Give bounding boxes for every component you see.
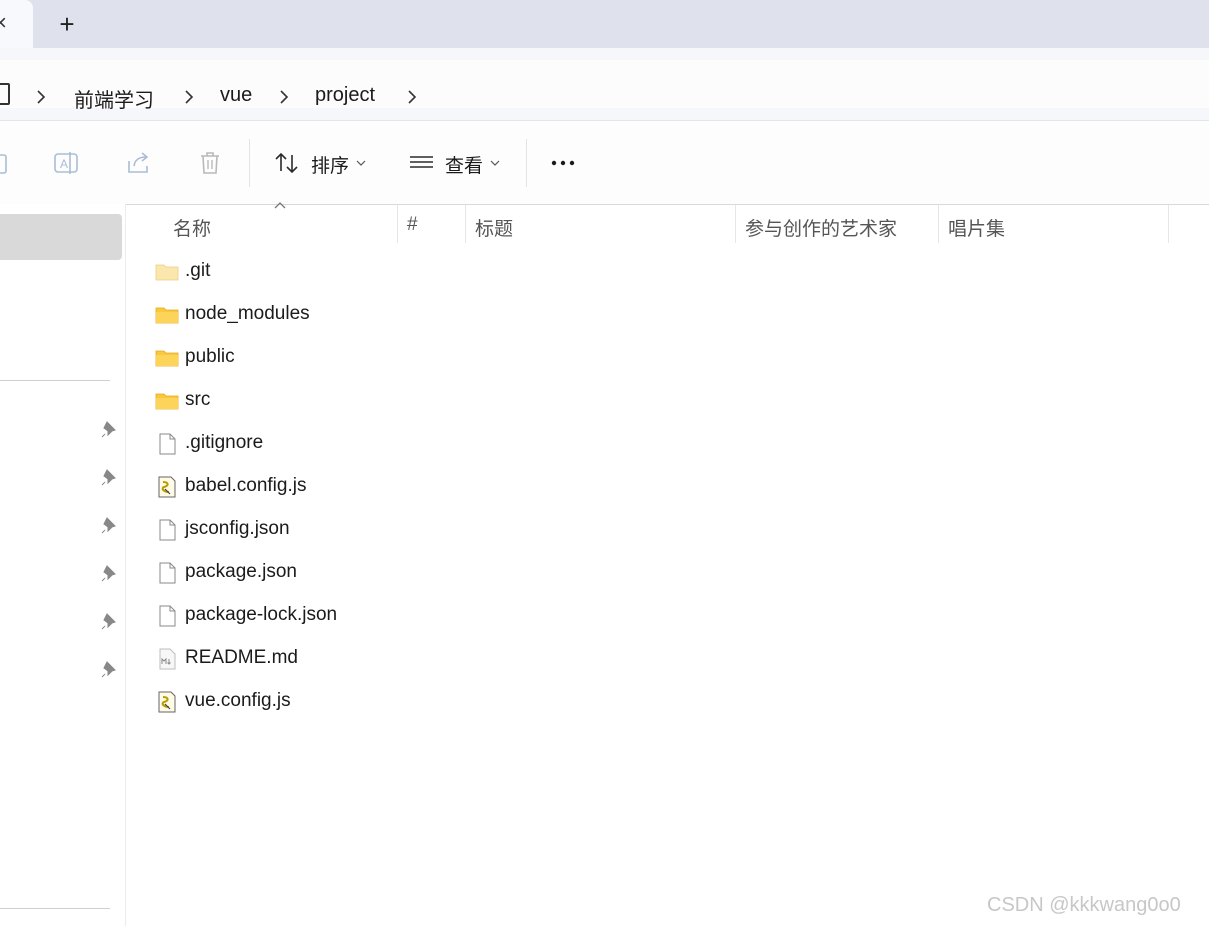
column-separator[interactable] bbox=[735, 205, 736, 243]
view-list-icon bbox=[410, 156, 433, 168]
column-header-contributing-artists[interactable]: 参与创作的艺术家 bbox=[745, 214, 897, 241]
navigation-pane bbox=[0, 204, 126, 926]
pin-icon[interactable] bbox=[101, 468, 119, 486]
column-header-name[interactable]: 名称 bbox=[173, 214, 211, 241]
active-tab[interactable]: × bbox=[0, 0, 33, 48]
folder-light-icon bbox=[155, 264, 179, 281]
view-label: 查看 bbox=[445, 156, 484, 177]
file-icon bbox=[159, 519, 176, 541]
list-item[interactable]: vue.config.js bbox=[145, 683, 1175, 723]
watermark: CSDN @kkkwang0o0 bbox=[987, 894, 1181, 916]
breadcrumb-item-frontend[interactable]: 前端学习 bbox=[74, 84, 154, 113]
list-item[interactable]: package-lock.json bbox=[145, 597, 1175, 637]
pin-icon[interactable] bbox=[101, 564, 119, 582]
paste-icon[interactable] bbox=[0, 149, 14, 177]
more-options-icon[interactable] bbox=[550, 149, 578, 177]
sort-ascending-icon bbox=[274, 202, 286, 209]
breadcrumb[interactable]: 前端学习 vue project bbox=[0, 60, 1209, 112]
file-name: public bbox=[185, 346, 235, 367]
column-separator[interactable] bbox=[397, 205, 398, 243]
pin-icon[interactable] bbox=[101, 612, 119, 630]
chevron-right-icon[interactable] bbox=[276, 87, 292, 107]
column-header-album[interactable]: 唱片集 bbox=[948, 214, 1005, 241]
list-item[interactable]: public bbox=[145, 339, 1175, 379]
list-item[interactable]: .git bbox=[145, 253, 1175, 293]
sidebar-item-selected[interactable] bbox=[0, 214, 122, 260]
chevron-right-icon[interactable] bbox=[181, 87, 197, 107]
js-file-icon bbox=[158, 476, 176, 498]
pin-icon[interactable] bbox=[101, 516, 119, 534]
chevron-right-icon[interactable] bbox=[404, 87, 420, 107]
file-name: package-lock.json bbox=[185, 604, 338, 625]
markdown-file-icon bbox=[159, 648, 176, 670]
this-pc-icon[interactable] bbox=[0, 83, 10, 105]
list-item[interactable]: .gitignore bbox=[145, 425, 1175, 465]
file-name: .gitignore bbox=[185, 432, 264, 453]
sidebar-divider bbox=[0, 908, 110, 909]
column-header-number[interactable]: # bbox=[407, 214, 418, 236]
breadcrumb-item-vue[interactable]: vue bbox=[220, 84, 252, 107]
list-item[interactable]: src bbox=[145, 382, 1175, 422]
close-tab-icon[interactable]: × bbox=[0, 10, 7, 36]
file-name: vue.config.js bbox=[185, 690, 291, 711]
file-icon bbox=[159, 605, 176, 627]
file-name: .git bbox=[185, 260, 211, 281]
file-name: README.md bbox=[185, 647, 298, 668]
column-header-title[interactable]: 标题 bbox=[475, 214, 513, 241]
tab-strip: × + bbox=[0, 0, 1209, 48]
list-item[interactable]: node_modules bbox=[145, 296, 1175, 336]
chevron-right-icon[interactable] bbox=[33, 87, 49, 107]
chevron-down-icon bbox=[490, 160, 500, 166]
file-name: src bbox=[185, 389, 211, 410]
sort-icon bbox=[275, 152, 298, 174]
list-item[interactable]: package.json bbox=[145, 554, 1175, 594]
pin-icon[interactable] bbox=[101, 660, 119, 678]
new-tab-button[interactable]: + bbox=[55, 10, 79, 38]
toolbar-separator bbox=[249, 139, 250, 187]
file-icon bbox=[159, 562, 176, 584]
command-bar: A 排序 查看 bbox=[0, 120, 1209, 205]
folder-icon bbox=[155, 307, 179, 324]
sort-label: 排序 bbox=[311, 156, 350, 177]
delete-icon[interactable] bbox=[196, 149, 224, 177]
file-name: node_modules bbox=[185, 303, 310, 324]
list-item[interactable]: jsconfig.json bbox=[145, 511, 1175, 551]
file-name: package.json bbox=[185, 561, 297, 582]
list-item[interactable]: README.md bbox=[145, 640, 1175, 680]
svg-text:A: A bbox=[60, 157, 68, 171]
toolbar-separator bbox=[526, 139, 527, 187]
folder-icon bbox=[155, 393, 179, 410]
chevron-down-icon bbox=[356, 160, 366, 166]
column-separator[interactable] bbox=[465, 205, 466, 243]
breadcrumb-item-project[interactable]: project bbox=[315, 84, 375, 107]
column-separator[interactable] bbox=[938, 205, 939, 243]
list-item[interactable]: babel.config.js bbox=[145, 468, 1175, 508]
folder-icon bbox=[155, 350, 179, 367]
sidebar-divider bbox=[0, 380, 110, 381]
share-icon[interactable] bbox=[125, 149, 153, 177]
rename-icon[interactable]: A bbox=[52, 149, 80, 177]
js-file-icon bbox=[158, 691, 176, 713]
column-separator[interactable] bbox=[1168, 205, 1169, 243]
pin-icon[interactable] bbox=[101, 420, 119, 438]
file-name: jsconfig.json bbox=[185, 518, 290, 539]
file-icon bbox=[159, 433, 176, 455]
address-bar: 前端学习 vue project bbox=[0, 48, 1209, 120]
file-name: babel.config.js bbox=[185, 475, 307, 496]
